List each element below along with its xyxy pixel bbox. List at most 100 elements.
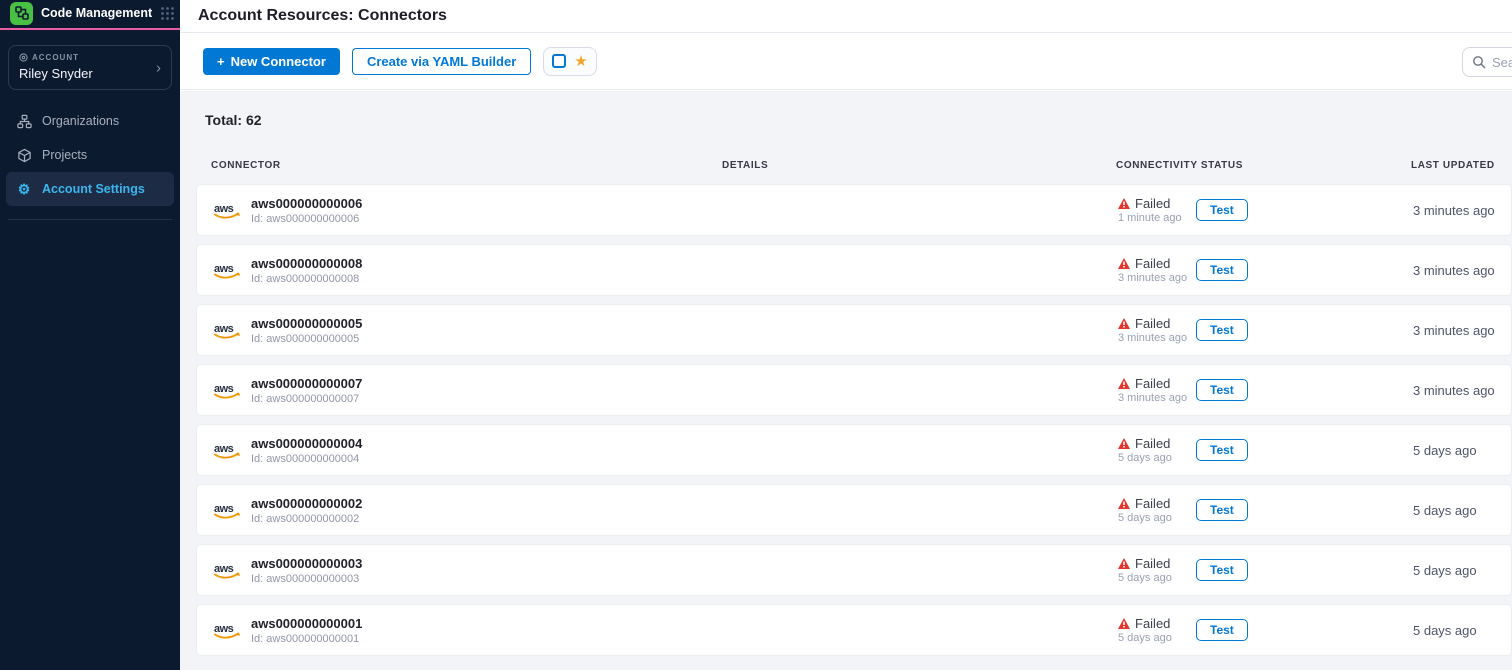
connector-name-block: aws000000000004 Id: aws000000000004 bbox=[251, 436, 362, 465]
cube-icon bbox=[16, 148, 32, 163]
test-connection-button[interactable]: Test bbox=[1196, 499, 1248, 521]
toolbar: + New Connector Create via YAML Builder … bbox=[180, 33, 1512, 90]
sidebar-divider bbox=[8, 219, 172, 220]
test-connection-button[interactable]: Test bbox=[1196, 559, 1248, 581]
column-header-last-updated: LAST UPDATED bbox=[1411, 160, 1512, 171]
table-row[interactable]: aws aws000000000008 Id: aws000000000008 bbox=[196, 244, 1512, 296]
status-time: 3 minutes ago bbox=[1118, 272, 1196, 284]
status-block: Failed 5 days ago bbox=[1118, 556, 1196, 584]
sidebar-item-account-settings[interactable]: ⚙ Account Settings bbox=[6, 172, 174, 206]
connectivity-status-cell: Failed 3 minutes ago Test bbox=[1118, 256, 1413, 284]
sidebar-item-label: Account Settings bbox=[42, 182, 145, 196]
status-time: 3 minutes ago bbox=[1118, 392, 1196, 404]
connectors-content: Total: 62 CONNECTOR DETAILS CONNECTIVITY… bbox=[180, 91, 1512, 670]
warning-triangle-icon bbox=[1118, 198, 1130, 209]
account-scope-selector[interactable]: ACCOUNT Riley Snyder › bbox=[8, 45, 172, 90]
new-connector-button[interactable]: + New Connector bbox=[203, 48, 340, 75]
aws-logo-icon: aws bbox=[213, 622, 241, 639]
status-time: 5 days ago bbox=[1118, 572, 1196, 584]
test-connection-button[interactable]: Test bbox=[1196, 319, 1248, 341]
aws-logo-icon: aws bbox=[213, 202, 241, 219]
svg-text:aws: aws bbox=[214, 323, 234, 335]
test-connection-button[interactable]: Test bbox=[1196, 439, 1248, 461]
column-header-connector: CONNECTOR bbox=[211, 160, 722, 171]
connector-id: Id: aws000000000006 bbox=[251, 213, 362, 225]
connector-cell: aws aws000000000006 Id: aws000000000006 bbox=[213, 196, 724, 225]
test-connection-button[interactable]: Test bbox=[1196, 199, 1248, 221]
status-text: Failed bbox=[1135, 316, 1170, 331]
svg-text:aws: aws bbox=[214, 383, 234, 395]
table-row[interactable]: aws aws000000000006 Id: aws000000000006 bbox=[196, 184, 1512, 236]
warning-triangle-icon bbox=[1118, 258, 1130, 269]
warning-triangle-icon bbox=[1118, 318, 1130, 329]
table-row[interactable]: aws aws000000000004 Id: aws000000000004 bbox=[196, 424, 1512, 476]
status-block: Failed 5 days ago bbox=[1118, 496, 1196, 524]
connector-name-block: aws000000000001 Id: aws000000000001 bbox=[251, 616, 362, 645]
connector-name: aws000000000006 bbox=[251, 196, 362, 211]
table-row[interactable]: aws aws000000000007 Id: aws000000000007 bbox=[196, 364, 1512, 416]
module-accent-divider bbox=[0, 28, 180, 30]
last-updated-cell: 5 days ago bbox=[1413, 623, 1511, 638]
test-connection-button[interactable]: Test bbox=[1196, 619, 1248, 641]
svg-text:aws: aws bbox=[214, 203, 234, 215]
status-block: Failed 3 minutes ago bbox=[1118, 256, 1196, 284]
star-icon[interactable]: ★ bbox=[574, 54, 587, 69]
status-block: Failed 3 minutes ago bbox=[1118, 376, 1196, 404]
status-block: Failed 5 days ago bbox=[1118, 436, 1196, 464]
connector-cell: aws aws000000000001 Id: aws000000000001 bbox=[213, 616, 724, 645]
table-row[interactable]: aws aws000000000002 Id: aws000000000002 bbox=[196, 484, 1512, 536]
chevron-right-icon: › bbox=[156, 59, 161, 76]
svg-text:aws: aws bbox=[214, 503, 234, 515]
create-via-yaml-builder-button[interactable]: Create via YAML Builder bbox=[352, 48, 531, 75]
code-management-module-icon[interactable] bbox=[10, 2, 33, 25]
connector-name-block: aws000000000008 Id: aws000000000008 bbox=[251, 256, 362, 285]
sidebar-item-organizations[interactable]: Organizations bbox=[6, 104, 174, 138]
column-header-details: DETAILS bbox=[722, 160, 1116, 171]
table-row[interactable]: aws aws000000000001 Id: aws000000000001 bbox=[196, 604, 1512, 656]
module-title: Code Management bbox=[41, 6, 152, 20]
connectivity-status-cell: Failed 5 days ago Test bbox=[1118, 496, 1413, 524]
warning-triangle-icon bbox=[1118, 378, 1130, 389]
connector-name-block: aws000000000005 Id: aws000000000005 bbox=[251, 316, 362, 345]
test-connection-button[interactable]: Test bbox=[1196, 379, 1248, 401]
favorites-checkbox[interactable] bbox=[552, 54, 566, 68]
search-box bbox=[1462, 47, 1512, 77]
connector-cell: aws aws000000000007 Id: aws000000000007 bbox=[213, 376, 724, 405]
aws-logo-icon: aws bbox=[213, 262, 241, 279]
connectivity-status-cell: Failed 5 days ago Test bbox=[1118, 556, 1413, 584]
org-chart-icon bbox=[16, 114, 32, 129]
account-icon bbox=[19, 53, 28, 62]
last-updated-cell: 3 minutes ago bbox=[1413, 323, 1511, 338]
warning-triangle-icon bbox=[1118, 618, 1130, 629]
connector-id: Id: aws000000000003 bbox=[251, 573, 362, 585]
status-time: 1 minute ago bbox=[1118, 212, 1196, 224]
connector-list: aws aws000000000006 Id: aws000000000006 bbox=[196, 184, 1512, 656]
table-row[interactable]: aws aws000000000003 Id: aws000000000003 bbox=[196, 544, 1512, 596]
status-block: Failed 5 days ago bbox=[1118, 616, 1196, 644]
last-updated-cell: 3 minutes ago bbox=[1413, 263, 1511, 278]
module-switcher-grid-icon[interactable] bbox=[160, 6, 175, 21]
sidebar-item-projects[interactable]: Projects bbox=[6, 138, 174, 172]
status-time: 3 minutes ago bbox=[1118, 332, 1196, 344]
status-text: Failed bbox=[1135, 496, 1170, 511]
table-row[interactable]: aws aws000000000005 Id: aws000000000005 bbox=[196, 304, 1512, 356]
aws-logo-icon: aws bbox=[213, 562, 241, 579]
total-count: Total: 62 bbox=[205, 112, 1512, 128]
account-scope-label: ACCOUNT bbox=[19, 53, 161, 62]
column-header-connectivity-status: CONNECTIVITY STATUS bbox=[1116, 160, 1411, 171]
connector-name-block: aws000000000007 Id: aws000000000007 bbox=[251, 376, 362, 405]
connector-cell: aws aws000000000005 Id: aws000000000005 bbox=[213, 316, 724, 345]
flowchart-glyph-icon bbox=[15, 6, 29, 20]
sidebar-nav: Organizations Projects ⚙ Account Setting… bbox=[6, 104, 174, 206]
connector-name: aws000000000002 bbox=[251, 496, 362, 511]
connector-name: aws000000000004 bbox=[251, 436, 362, 451]
status-text: Failed bbox=[1135, 556, 1170, 571]
connector-cell: aws aws000000000008 Id: aws000000000008 bbox=[213, 256, 724, 285]
connectivity-status-cell: Failed 3 minutes ago Test bbox=[1118, 316, 1413, 344]
aws-logo-icon: aws bbox=[213, 442, 241, 459]
test-connection-button[interactable]: Test bbox=[1196, 259, 1248, 281]
connector-cell: aws aws000000000003 Id: aws000000000003 bbox=[213, 556, 724, 585]
search-input[interactable] bbox=[1492, 55, 1512, 70]
status-text: Failed bbox=[1135, 616, 1170, 631]
last-updated-cell: 3 minutes ago bbox=[1413, 383, 1511, 398]
